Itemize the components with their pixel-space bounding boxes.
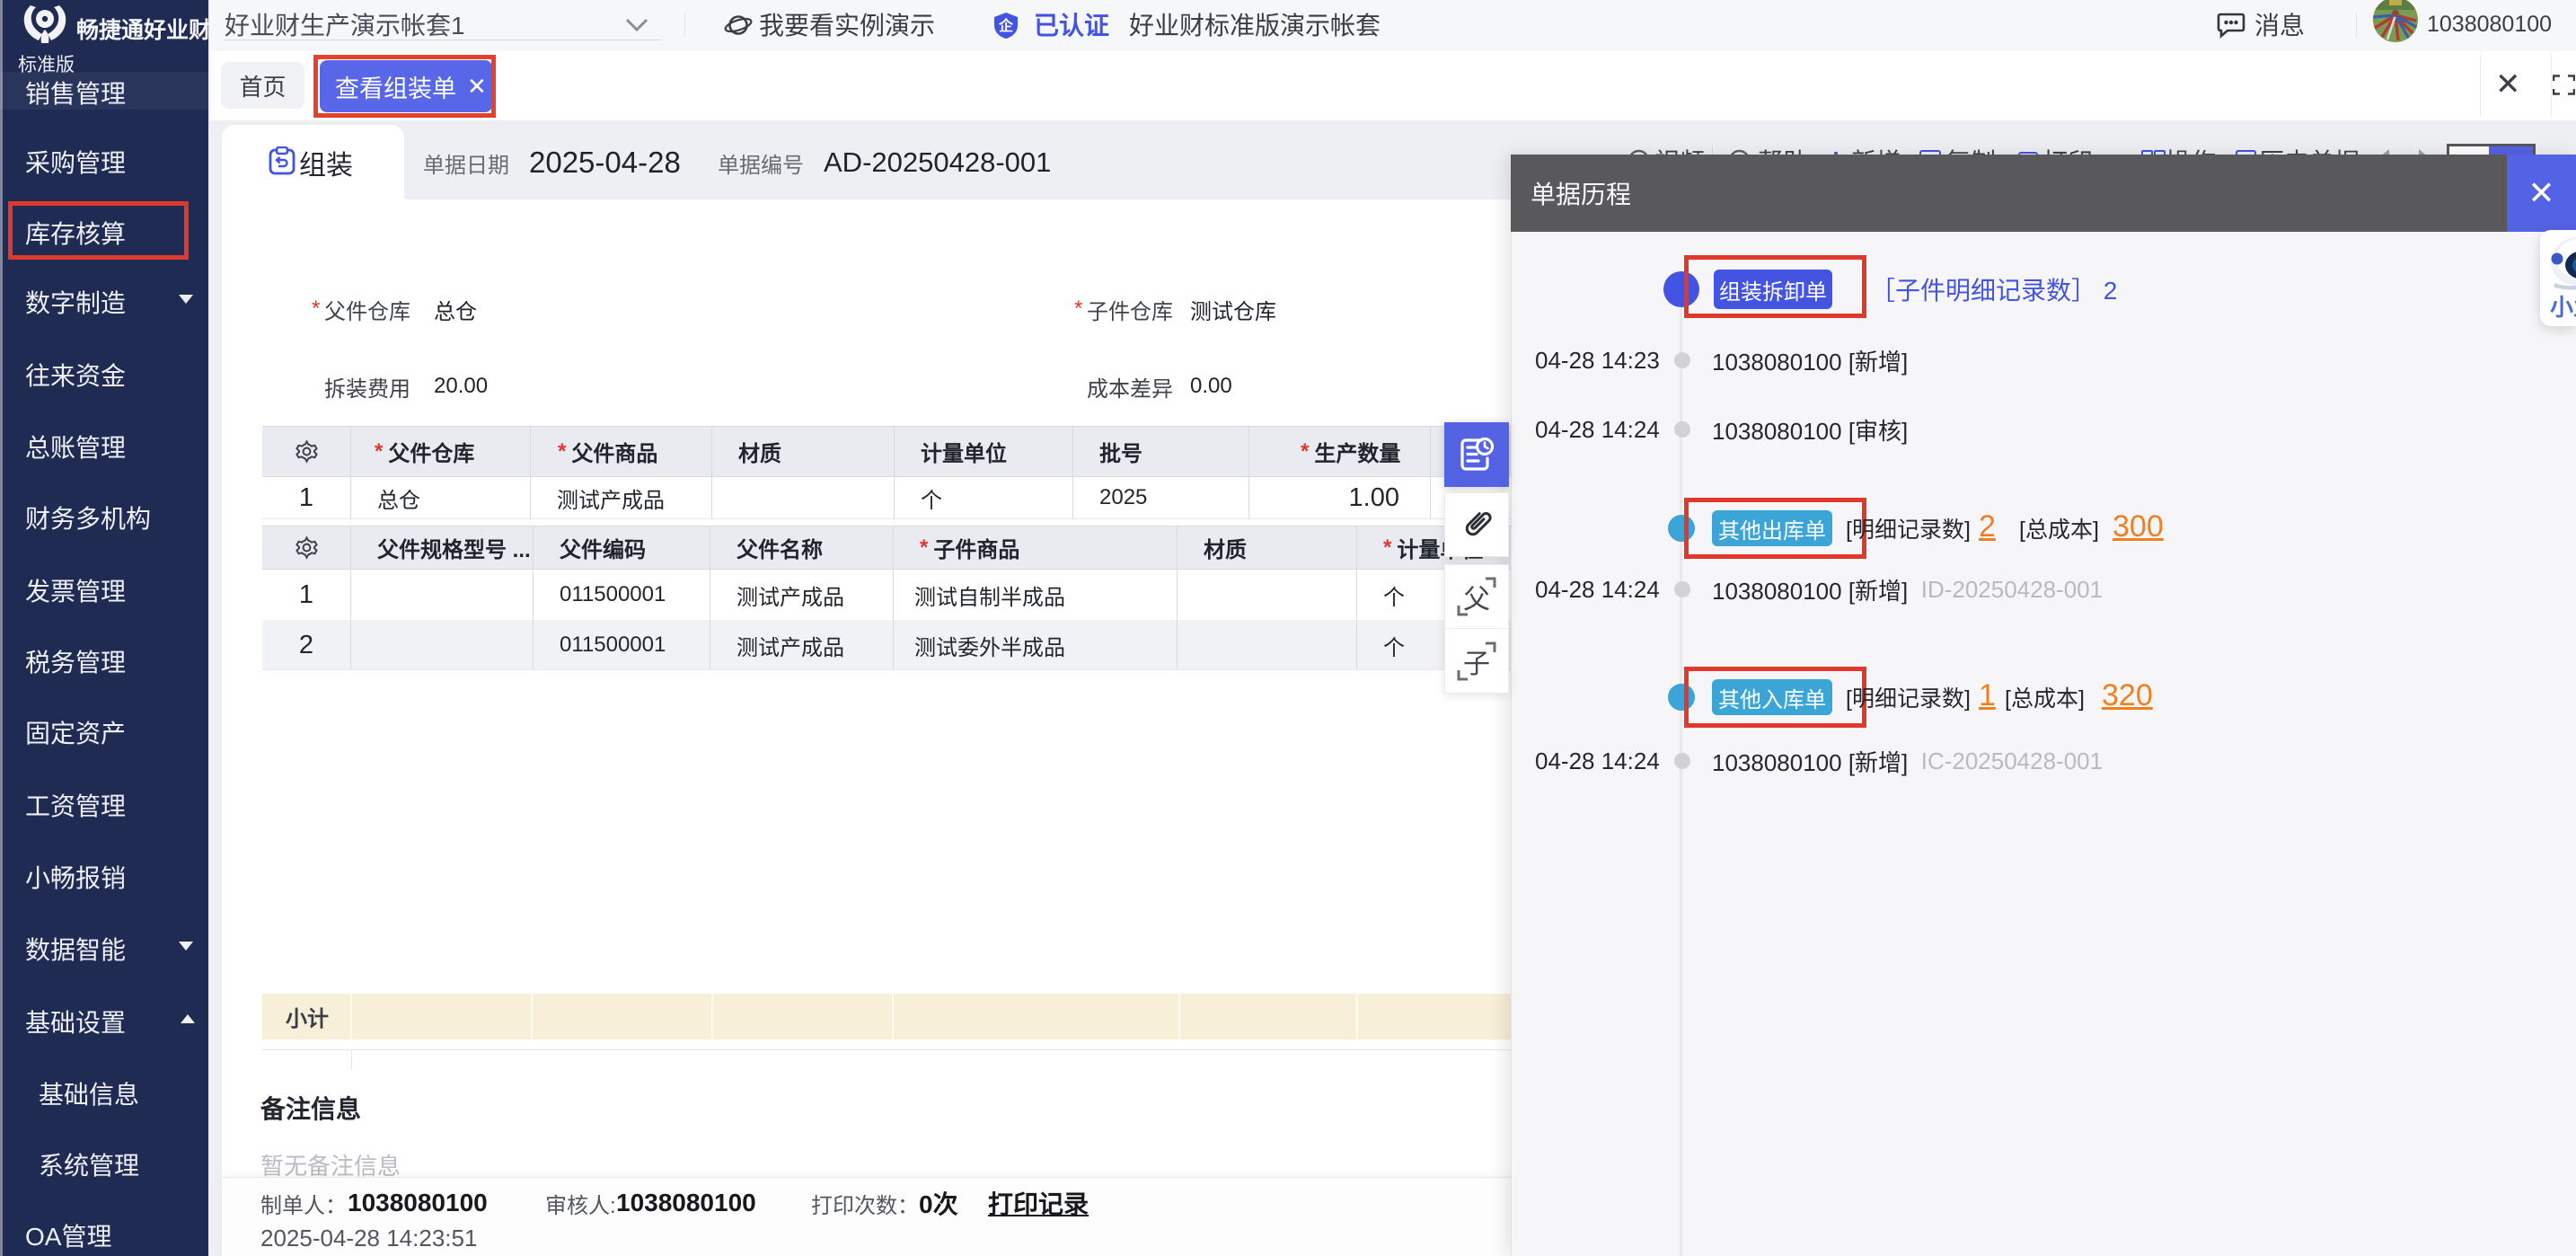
svg-text:企: 企 <box>998 17 1014 34</box>
